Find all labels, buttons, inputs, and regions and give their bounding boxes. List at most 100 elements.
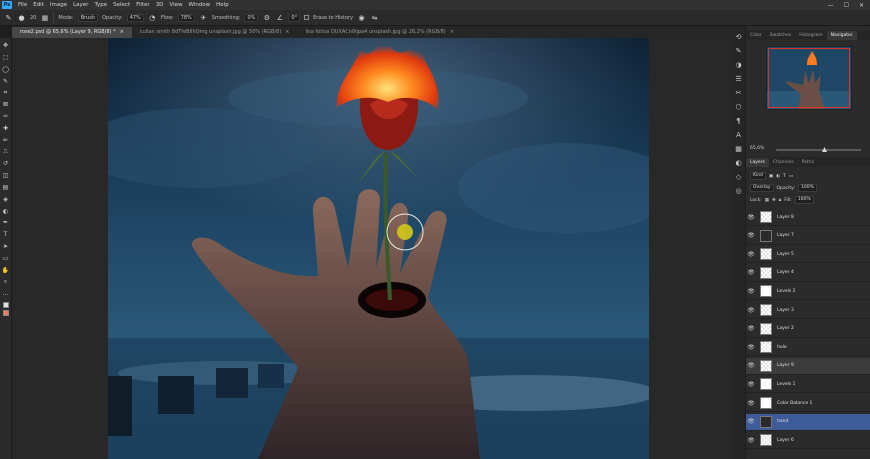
layer-row[interactable]: 👁︎ hole [746,339,870,357]
menu-view[interactable]: View [166,2,185,8]
tab-color[interactable]: Color [746,31,766,40]
healing-tool-icon[interactable]: ✚ [1,123,11,135]
document-canvas[interactable] [108,38,649,459]
visibility-eye-icon[interactable]: 👁︎ [746,325,756,332]
clone-stamp-tool-icon[interactable]: ⎍ [1,146,11,158]
visibility-eye-icon[interactable]: 👁︎ [746,418,756,425]
tools-icon[interactable]: ✂ [734,88,743,97]
layer-row[interactable]: 👁︎ Layer 5 [746,246,870,264]
lock-position-icon[interactable]: ✥ [772,198,776,203]
layer-row[interactable]: 👁︎ Layer 6 [746,432,870,450]
visibility-eye-icon[interactable]: 👁︎ [746,214,756,221]
visibility-eye-icon[interactable]: 👁︎ [746,362,756,369]
brush-tool-icon[interactable]: ✏ [1,134,11,146]
layer-row[interactable]: 👁︎ Layer 7 [746,228,870,245]
pressure-size-icon[interactable]: ◉ [357,13,366,22]
filter-shape-icon[interactable]: ▭ [789,174,793,179]
move-tool-icon[interactable]: ✥ [1,40,11,52]
blur-tool-icon[interactable]: ◈ [1,193,11,205]
tab-swatches[interactable]: Swatches [766,31,796,40]
type-tool-icon[interactable]: T [1,229,11,241]
visibility-eye-icon[interactable]: 👁︎ [746,232,756,239]
navigator-view-box[interactable] [768,48,850,108]
rectangle-tool-icon[interactable]: ▭ [1,252,11,264]
mode-select[interactable]: Brush [77,13,99,22]
lasso-tool-icon[interactable]: ◯ [1,64,11,76]
filter-pixel-icon[interactable]: ▣ [769,174,773,179]
layer-fill-field[interactable]: 100% [794,196,814,204]
layer-row[interactable]: 👁︎ Layer 9 [746,357,870,375]
layers-comp-icon[interactable]: ◇ [734,172,743,181]
tab-lisa-fotios[interactable]: lisa fotios DUXACn0ljpa4 unsplash.jpg @ … [297,27,461,38]
adjustments-icon[interactable]: ◑ [734,60,743,69]
visibility-eye-icon[interactable]: 👁︎ [746,288,756,295]
blend-mode-select[interactable]: Overlay [750,184,774,192]
pressure-opacity-icon[interactable]: ◔ [148,13,157,22]
layer-row[interactable]: 👁︎ Levels 1 [746,376,870,394]
layer-row[interactable]: 👁︎ hand [746,413,870,431]
navigator-zoom-value[interactable]: 65,6% [750,146,764,151]
tab-cullan-smith[interactable]: cullan smith 8dTfeBIlhOmg unsplash.jpg @… [132,27,298,38]
visibility-eye-icon[interactable]: 👁︎ [746,344,756,351]
eraser-preset-icon[interactable]: ✎ [4,13,13,22]
path-select-tool-icon[interactable]: ➤ [1,241,11,253]
dodge-tool-icon[interactable]: ◐ [1,205,11,217]
tab-rose2[interactable]: rose2.psd @ 65,6% (Layer 9, RGB/8) * × [12,27,132,38]
brush-settings-icon[interactable]: ▦ [40,13,49,22]
layer-row[interactable]: 👁︎ Color Balance 1 [746,395,870,412]
history-brush-tool-icon[interactable]: ↺ [1,158,11,170]
visibility-eye-icon[interactable]: 👁︎ [746,400,756,407]
history-icon[interactable]: ⟲ [734,32,743,41]
menu-edit[interactable]: Edit [30,2,47,8]
layer-kind-filter[interactable]: Kind [750,172,766,180]
opacity-field[interactable]: 47% [126,13,144,22]
menu-select[interactable]: Select [110,2,133,8]
more-tools-icon[interactable]: … [1,288,11,300]
tab-layers[interactable]: Layers [746,158,769,167]
tab-histogram[interactable]: Histogram [795,31,826,40]
eyedropper-tool-icon[interactable]: ✑ [1,111,11,123]
character-icon[interactable]: A [734,130,743,139]
3d-icon[interactable]: ⬡ [734,102,743,111]
layer-row[interactable]: 👁︎ Layer 2 [746,321,870,338]
smoothing-options-icon[interactable]: ⚙ [262,13,271,22]
hand-tool-icon[interactable]: ✋ [1,264,11,276]
close-button[interactable]: ✕ [859,2,864,9]
maximize-button[interactable]: ☐ [844,2,849,9]
color-icon[interactable]: ◐ [734,158,743,167]
visibility-eye-icon[interactable]: 👁︎ [746,437,756,444]
close-icon[interactable]: × [285,27,289,38]
background-color-swatch[interactable] [2,309,9,316]
slider-knob[interactable] [822,147,827,152]
menu-filter[interactable]: Filter [133,2,153,8]
layer-row[interactable]: 👁︎ Layer 4 [746,265,870,282]
lock-pixels-icon[interactable]: ▦ [765,198,769,203]
menu-window[interactable]: Window [185,2,213,8]
menu-3d[interactable]: 3D [153,2,167,8]
erase-history-checkbox[interactable] [304,15,310,20]
airbrush-icon[interactable]: ✈ [199,13,208,22]
visibility-eye-icon[interactable]: 👁︎ [746,307,756,314]
paragraph-icon[interactable]: ¶ [734,116,743,125]
gradient-tool-icon[interactable]: ▤ [1,182,11,194]
layer-row[interactable]: 👁︎ Layer 3 [746,302,870,319]
channels-icon[interactable]: ◎ [734,186,743,195]
flow-field[interactable]: 78% [177,13,195,22]
close-icon[interactable]: × [450,27,454,38]
foreground-color-swatch[interactable] [2,301,9,308]
quick-select-tool-icon[interactable]: ✎ [1,75,11,87]
menu-file[interactable]: File [15,2,30,8]
properties-icon[interactable]: ☰ [734,74,743,83]
menu-image[interactable]: Image [47,2,70,8]
brush-preset-picker[interactable]: ● [17,13,26,22]
filter-type-icon[interactable]: T [783,174,786,179]
tab-paths[interactable]: Paths [798,158,818,167]
smoothing-field[interactable]: 0% [244,13,259,22]
filter-adjust-icon[interactable]: ◐ [776,174,780,179]
menu-layer[interactable]: Layer [70,2,91,8]
libraries-icon[interactable]: ▦ [734,144,743,153]
menu-type[interactable]: Type [91,2,110,8]
crop-tool-icon[interactable]: ⌗ [1,87,11,99]
layer-row[interactable]: 👁︎ Levels 2 [746,283,870,301]
zoom-tool-icon[interactable]: ⌕ [1,276,11,288]
